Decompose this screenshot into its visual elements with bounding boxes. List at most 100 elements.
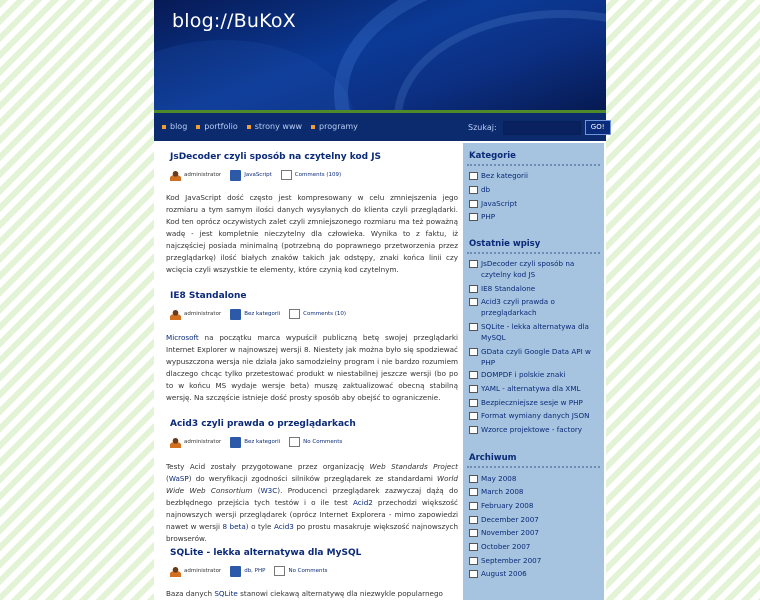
sidebar-item-archive[interactable]: May 2008 [469, 473, 601, 484]
folder-icon [469, 570, 478, 578]
post: IE8 Standalone [166, 291, 458, 301]
sidebar-divider [467, 164, 600, 168]
post-body-link[interactable]: WaSP [169, 474, 189, 483]
post-author: administrator [184, 568, 222, 574]
post-title[interactable]: SQLite - lekka alternatywa dla MySQL [170, 548, 458, 558]
sidebar-item-recent-post[interactable]: Bezpieczniejsze sesje w PHP [469, 397, 601, 408]
site-title[interactable]: blog://BuKoX [172, 10, 296, 32]
post-body-link[interactable]: Acid2 [353, 498, 373, 507]
post-title[interactable]: Acid3 czyli prawda o przeglądarkach [170, 419, 458, 429]
post-body-link[interactable]: SQLite [214, 589, 237, 598]
post-body-text: Testy Acid zostały przygotowane przez or… [166, 462, 370, 471]
folder-icon [469, 385, 478, 393]
sidebar-item-archive[interactable]: February 2008 [469, 500, 601, 511]
header-banner: blog://BuKoX [154, 0, 606, 110]
folder-icon [469, 516, 478, 524]
post-category-link[interactable]: db, PHP [244, 568, 265, 574]
search-button[interactable]: GO! [584, 120, 611, 135]
sidebar-item-category[interactable]: PHP [469, 211, 601, 222]
post-body-emphasis: Web Standards Project [369, 462, 459, 471]
post: JsDecoder czyli sposób na czytelny kod J… [166, 152, 458, 162]
bullet-icon [196, 124, 201, 129]
folder-icon [469, 371, 478, 379]
comment-icon [280, 170, 292, 180]
sidebar-item-archive[interactable]: March 2008 [469, 486, 601, 497]
sidebar-item-category[interactable]: Bez kategorii [469, 170, 601, 181]
search-form: Szukaj: GO! [468, 120, 611, 135]
post-title[interactable]: JsDecoder czyli sposób na czytelny kod J… [170, 152, 458, 162]
header-swirl [154, 40, 354, 110]
post-body-link[interactable]: 8 beta [222, 522, 245, 531]
sidebar-item-archive[interactable]: November 2007 [469, 527, 601, 538]
post-category-link[interactable]: Bez kategorii [244, 311, 280, 317]
post-meta: administrator db, PHP No Comments [170, 565, 337, 577]
author-icon [170, 169, 181, 181]
post-body-link[interactable]: Microsoft [166, 333, 199, 342]
category-icon [230, 308, 242, 320]
category-icon [230, 169, 242, 181]
folder-icon [469, 543, 478, 551]
bullet-icon [311, 124, 316, 129]
nav-menu: blog portfolio strony www programy [162, 122, 367, 131]
post-category-link[interactable]: JavaScript [244, 172, 272, 178]
sidebar-item-recent-post[interactable]: Wzorce projektowe - factory [469, 424, 601, 435]
folder-icon [469, 213, 478, 221]
search-input[interactable] [502, 120, 581, 135]
post-body-link[interactable]: Acid3 [274, 522, 294, 531]
nav-item-strony-www[interactable]: strony www [246, 122, 303, 131]
sidebar-item-recent-post[interactable]: Format wymiany danych JSON [469, 410, 601, 421]
folder-icon [469, 399, 478, 407]
post-body: Baza danych SQLite stanowi ciekawą alter… [166, 588, 458, 600]
folder-icon [469, 529, 478, 537]
post-body: Microsoft na początku marca wypuścił pub… [166, 332, 458, 404]
sidebar-item-recent-post[interactable]: Acid3 czyli prawda o przeglądarkach [469, 296, 601, 318]
sidebar-divider [467, 466, 600, 470]
nav-item-label: portfolio [204, 122, 238, 131]
post-author: administrator [184, 311, 222, 317]
post-category-link[interactable]: Bez kategorii [244, 439, 280, 445]
nav-item-portfolio[interactable]: portfolio [196, 122, 238, 131]
post: Acid3 czyli prawda o przeglądarkach [166, 419, 458, 429]
post-comments-link[interactable]: No Comments [303, 439, 342, 445]
post-body-text: na początku marca wypuścił publiczną bet… [166, 333, 458, 402]
sidebar-item-recent-post[interactable]: DOMPDF i polskie znaki [469, 369, 601, 380]
post-comments-link[interactable]: Comments (109) [295, 172, 341, 178]
author-icon [170, 565, 181, 577]
post-body-text: Baza danych [166, 589, 215, 598]
sidebar-item-category[interactable]: db [469, 184, 601, 195]
sidebar-item-archive[interactable]: September 2007 [469, 555, 601, 566]
sidebar-item-recent-post[interactable]: SQLite - lekka alternatywa dla MySQL [469, 321, 601, 343]
post-author: administrator [184, 172, 222, 178]
search-label: Szukaj: [468, 123, 497, 132]
post: SQLite - lekka alternatywa dla MySQL [166, 548, 458, 558]
folder-icon [469, 186, 478, 194]
nav-item-label: strony www [254, 122, 303, 131]
post-meta: administrator JavaScript Comments (109) [170, 169, 350, 181]
sidebar-item-archive[interactable]: October 2007 [469, 541, 601, 552]
post-body-text: ) do weryfikacji zgodności silników prze… [188, 474, 437, 483]
post-author: administrator [184, 439, 222, 445]
sidebar-title-categories: Kategorie [469, 151, 516, 161]
sidebar-item-recent-post[interactable]: GData czyli Google Data API w PHP [469, 346, 601, 368]
post-comments-link[interactable]: Comments (10) [303, 311, 346, 317]
nav-item-programy[interactable]: programy [311, 122, 358, 131]
post-body: Kod JavaScript dość często jest kompreso… [166, 193, 458, 274]
sidebar-item-archive[interactable]: December 2007 [469, 514, 601, 525]
post-body-link[interactable]: W3C [261, 486, 278, 495]
folder-icon [469, 172, 478, 180]
sidebar-item-recent-post[interactable]: JsDecoder czyli sposób na czytelny kod J… [469, 258, 601, 280]
sidebar-item-recent-post[interactable]: YAML - alternatywa dla XML [469, 383, 601, 394]
sidebar-item-recent-post[interactable]: IE8 Standalone [469, 283, 601, 294]
sidebar-item-category[interactable]: JavaScript [469, 198, 601, 209]
category-icon [230, 565, 242, 577]
folder-icon [469, 260, 478, 268]
comment-icon [289, 309, 301, 319]
folder-icon [469, 412, 478, 420]
folder-icon [469, 502, 478, 510]
nav-item-blog[interactable]: blog [162, 122, 187, 131]
author-icon [170, 308, 181, 320]
sidebar-item-archive[interactable]: August 2006 [469, 568, 601, 579]
post-title[interactable]: IE8 Standalone [170, 291, 458, 301]
folder-icon [469, 298, 478, 306]
post-comments-link[interactable]: No Comments [288, 568, 327, 574]
